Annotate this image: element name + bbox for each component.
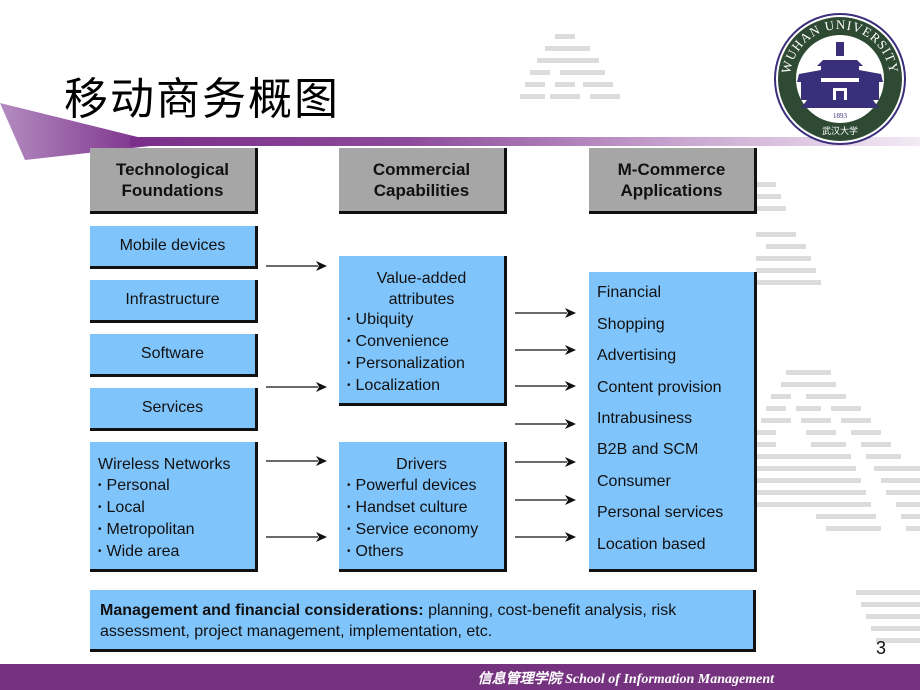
watermark-top xyxy=(515,30,635,100)
page-number: 3 xyxy=(876,638,887,658)
box-mcommerce-applications: Financial Shopping Advertising Content p… xyxy=(589,272,757,572)
header-line: Foundations xyxy=(121,180,224,200)
application-item: Intrabusiness xyxy=(597,410,693,427)
application-item: B2B and SCM xyxy=(597,441,699,458)
box-infrastructure: Infrastructure xyxy=(90,280,258,323)
application-item: Consumer xyxy=(597,473,671,490)
slide-title: 移动商务概图 xyxy=(64,74,340,125)
arrow-right-icon xyxy=(266,261,327,271)
box-value-added-attributes: Value-added attributes Ubiquity Convenie… xyxy=(339,256,507,406)
arrow-right-icon xyxy=(515,308,576,318)
arrow-right-icon xyxy=(266,456,327,466)
header-technological-foundations: Technological Foundations xyxy=(90,148,258,214)
box-label: Infrastructure xyxy=(125,291,220,308)
arrow-right-icon xyxy=(515,495,576,505)
list-item: Localization xyxy=(347,376,504,398)
box-services: Services xyxy=(90,388,258,431)
arrow-right-icon xyxy=(515,381,576,391)
list-item: Handset culture xyxy=(347,498,504,520)
box-drivers: Drivers Powerful devices Handset culture… xyxy=(339,442,507,572)
arrow-right-icon xyxy=(515,457,576,467)
box-title: attributes xyxy=(388,291,455,308)
box-software: Software xyxy=(90,334,258,377)
arrow-right-icon xyxy=(266,532,327,542)
watermark-right xyxy=(756,180,920,650)
box-title: Drivers xyxy=(396,456,447,473)
list-item: Personal xyxy=(98,476,255,498)
box-title: Wireless Networks xyxy=(98,456,231,473)
box-label: Mobile devices xyxy=(119,237,226,254)
list-item: Ubiquity xyxy=(347,310,504,332)
header-line: Applications xyxy=(620,180,723,200)
list-item: Personalization xyxy=(347,354,504,376)
application-item: Financial xyxy=(597,284,662,301)
box-mobile-devices: Mobile devices xyxy=(90,226,258,269)
arrow-right-icon xyxy=(266,382,327,392)
arrow-right-icon xyxy=(515,345,576,355)
application-item: Shopping xyxy=(597,316,665,333)
list-item: Others xyxy=(347,542,504,564)
arrow-right-icon xyxy=(515,419,576,429)
list-item: Metropolitan xyxy=(98,520,255,542)
header-line: Technological xyxy=(115,159,230,179)
header-mcommerce-applications: M-Commerce Applications xyxy=(589,148,757,214)
list-item: Local xyxy=(98,498,255,520)
list-item: Powerful devices xyxy=(347,476,504,498)
list-item: Wide area xyxy=(98,542,255,564)
footer-bar xyxy=(0,664,920,690)
logo-year: 1893 xyxy=(833,112,848,120)
header-line: M-Commerce xyxy=(617,159,726,179)
list-item: Service economy xyxy=(347,520,504,542)
header-commercial-capabilities: Commercial Capabilities xyxy=(339,148,507,214)
box-management-considerations: Management and financial considerations:… xyxy=(90,590,756,652)
header-line: Capabilities xyxy=(373,180,470,200)
management-label: Management and financial considerations: xyxy=(100,602,424,619)
arrow-right-icon xyxy=(515,532,576,542)
application-item: Personal services xyxy=(597,504,724,521)
box-label: Software xyxy=(140,345,205,362)
header-line: Commercial xyxy=(372,159,471,179)
list-item: Convenience xyxy=(347,332,504,354)
application-item: Content provision xyxy=(597,379,722,396)
box-wireless-networks: Wireless Networks Personal Local Metropo… xyxy=(90,442,258,572)
box-title: Value-added xyxy=(376,270,467,287)
application-item: Advertising xyxy=(597,347,677,364)
footer-school-name: 信息管理学院 School of Information Management xyxy=(477,672,774,687)
university-logo: WUHAN UNIVERSITY 1893 武汉大学 xyxy=(774,13,906,145)
application-item: Location based xyxy=(597,536,706,553)
box-label: Services xyxy=(141,399,204,416)
logo-bottom-text: 武汉大学 xyxy=(822,125,858,137)
